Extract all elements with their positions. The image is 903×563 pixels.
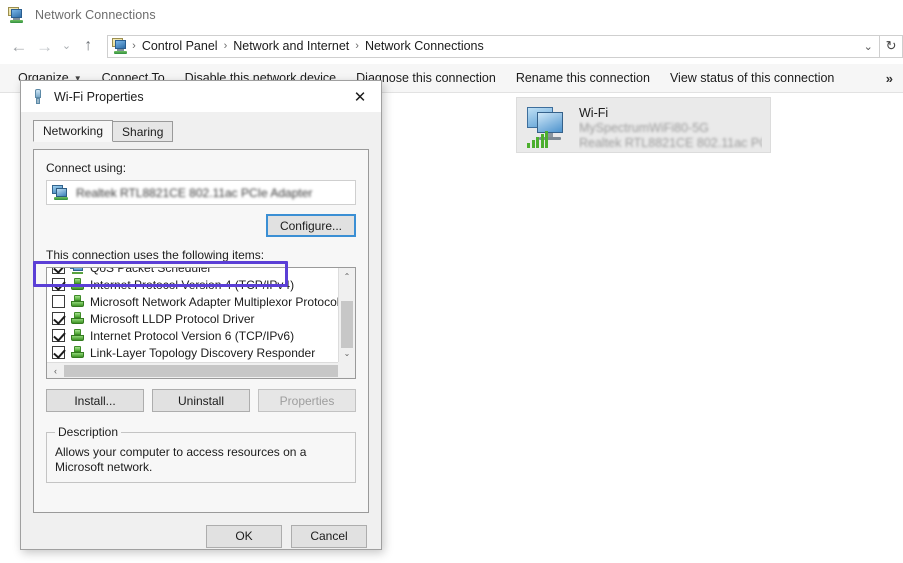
rename-connection-button[interactable]: Rename this connection (506, 71, 660, 85)
network-adapter-icon (52, 184, 70, 201)
breadcrumb-network-and-internet[interactable]: Network and Internet (228, 39, 354, 53)
item-action-buttons: Install... Uninstall Properties (46, 389, 356, 412)
protocol-plug-icon (70, 295, 85, 309)
ok-button[interactable]: OK (206, 525, 282, 548)
listbox-viewport: QoS Packet Scheduler Internet Protocol V… (47, 268, 338, 362)
close-icon[interactable]: ✕ (339, 82, 381, 112)
uninstall-button[interactable]: Uninstall (152, 389, 250, 412)
monitor-icon (70, 268, 85, 275)
connection-tile-text: Wi-Fi MySpectrumWiFi80-5G Realtek RTL882… (579, 104, 762, 150)
item-checkbox[interactable] (52, 295, 65, 308)
item-checkbox[interactable] (52, 329, 65, 342)
list-item[interactable]: QoS Packet Scheduler (47, 268, 338, 276)
window-title: Network Connections (35, 8, 156, 22)
item-label: QoS Packet Scheduler (90, 268, 211, 275)
networking-tab-panel: Connect using: Realtek RTL8821CE 802.11a… (33, 149, 369, 513)
adapter-name: Realtek RTL8821CE 802.11ac PCIe Adapter (76, 186, 312, 200)
refresh-icon[interactable]: ↻ (879, 35, 903, 58)
connection-adapter: Realtek RTL8821CE 802.11ac PCIe ... (579, 136, 762, 150)
protocol-plug-icon (70, 278, 85, 292)
protocol-plug-icon (70, 346, 85, 360)
vertical-scrollbar[interactable]: ⌃ ⌄ (338, 268, 355, 362)
connection-tile-wifi[interactable]: Wi-Fi MySpectrumWiFi80-5G Realtek RTL882… (516, 97, 771, 153)
recent-locations-chevron-icon[interactable]: ⌄ (58, 33, 76, 59)
item-label: Microsoft LLDP Protocol Driver (90, 312, 255, 326)
dialog-title: Wi-Fi Properties (54, 90, 144, 104)
signal-strength-icon (527, 128, 549, 148)
item-label: Microsoft Network Adapter Multiplexor Pr… (90, 295, 338, 309)
breadcrumb-network-connections[interactable]: Network Connections (360, 39, 489, 53)
list-item[interactable]: Internet Protocol Version 6 (TCP/IPv6) (47, 327, 338, 344)
dialog-tabs: Networking Sharing (33, 120, 381, 142)
scrollbar-thumb[interactable] (341, 301, 353, 348)
item-checkbox[interactable] (52, 278, 65, 291)
listbox-items: QoS Packet Scheduler Internet Protocol V… (47, 268, 338, 362)
address-toolbar: ← → ⌄ ↑ › Control Panel › Network and In… (0, 30, 903, 62)
connection-name: Wi-Fi (579, 106, 762, 120)
configure-button-row: Configure... (46, 214, 356, 237)
item-checkbox[interactable] (52, 312, 65, 325)
dialog-footer: OK Cancel (21, 513, 381, 559)
item-label: Internet Protocol Version 6 (TCP/IPv6) (90, 329, 294, 343)
wifi-properties-dialog: Wi-Fi Properties ✕ Networking Sharing Co… (20, 80, 382, 550)
chevron-down-icon[interactable]: ⌄ (857, 36, 879, 57)
item-checkbox[interactable] (52, 268, 65, 274)
network-plug-icon (31, 89, 45, 105)
scrollbar-thumb[interactable] (64, 365, 338, 377)
command-bar-overflow-button[interactable]: » (886, 71, 893, 86)
item-label: Link-Layer Topology Discovery Responder (90, 346, 315, 360)
tab-networking[interactable]: Networking (33, 120, 113, 142)
scrollbar-track[interactable] (64, 363, 338, 379)
horizontal-scrollbar[interactable]: ‹ › (47, 362, 355, 378)
dialog-body: Networking Sharing Connect using: Realte… (21, 120, 381, 559)
list-item[interactable]: Microsoft LLDP Protocol Driver (47, 310, 338, 327)
items-label: This connection uses the following items… (46, 248, 356, 262)
address-bar-network-icon (112, 38, 129, 55)
network-connections-icon (8, 7, 25, 24)
connect-using-label: Connect using: (46, 161, 356, 175)
chevron-left-icon[interactable]: ‹ (47, 363, 64, 379)
network-items-listbox[interactable]: QoS Packet Scheduler Internet Protocol V… (46, 267, 356, 379)
adapter-display-field: Realtek RTL8821CE 802.11ac PCIe Adapter (46, 180, 356, 205)
forward-arrow-icon[interactable]: → (32, 33, 58, 59)
install-button[interactable]: Install... (46, 389, 144, 412)
configure-button[interactable]: Configure... (266, 214, 356, 237)
item-label: Internet Protocol Version 4 (TCP/IPv4) (90, 278, 294, 292)
scrollbar-corner (338, 362, 355, 378)
protocol-plug-icon (70, 329, 85, 343)
properties-button: Properties (258, 389, 356, 412)
item-checkbox[interactable] (52, 346, 65, 359)
chevron-up-icon[interactable]: ⌃ (339, 268, 355, 285)
description-text: Allows your computer to access resources… (55, 445, 347, 475)
dialog-title-bar: Wi-Fi Properties ✕ (21, 81, 381, 112)
description-group: Description Allows your computer to acce… (46, 425, 356, 483)
address-bar[interactable]: › Control Panel › Network and Internet ›… (107, 35, 880, 58)
window-title-bar: Network Connections (0, 0, 903, 30)
cancel-button[interactable]: Cancel (291, 525, 367, 548)
description-legend: Description (55, 425, 121, 439)
list-item[interactable]: Microsoft Network Adapter Multiplexor Pr… (47, 293, 338, 310)
list-item[interactable]: Link-Layer Topology Discovery Responder (47, 344, 338, 361)
tab-sharing[interactable]: Sharing (112, 121, 173, 142)
connection-ssid: MySpectrumWiFi80-5G (579, 121, 762, 135)
view-status-button[interactable]: View status of this connection (660, 71, 844, 85)
chevron-down-icon[interactable]: ⌄ (339, 345, 355, 362)
list-item[interactable]: Internet Protocol Version 4 (TCP/IPv4) (47, 276, 338, 293)
up-arrow-icon[interactable]: ↑ (75, 33, 101, 59)
wireless-network-adapter-icon (525, 104, 573, 150)
protocol-plug-icon (70, 312, 85, 326)
breadcrumb-control-panel[interactable]: Control Panel (137, 39, 223, 53)
back-arrow-icon[interactable]: ← (6, 33, 32, 59)
